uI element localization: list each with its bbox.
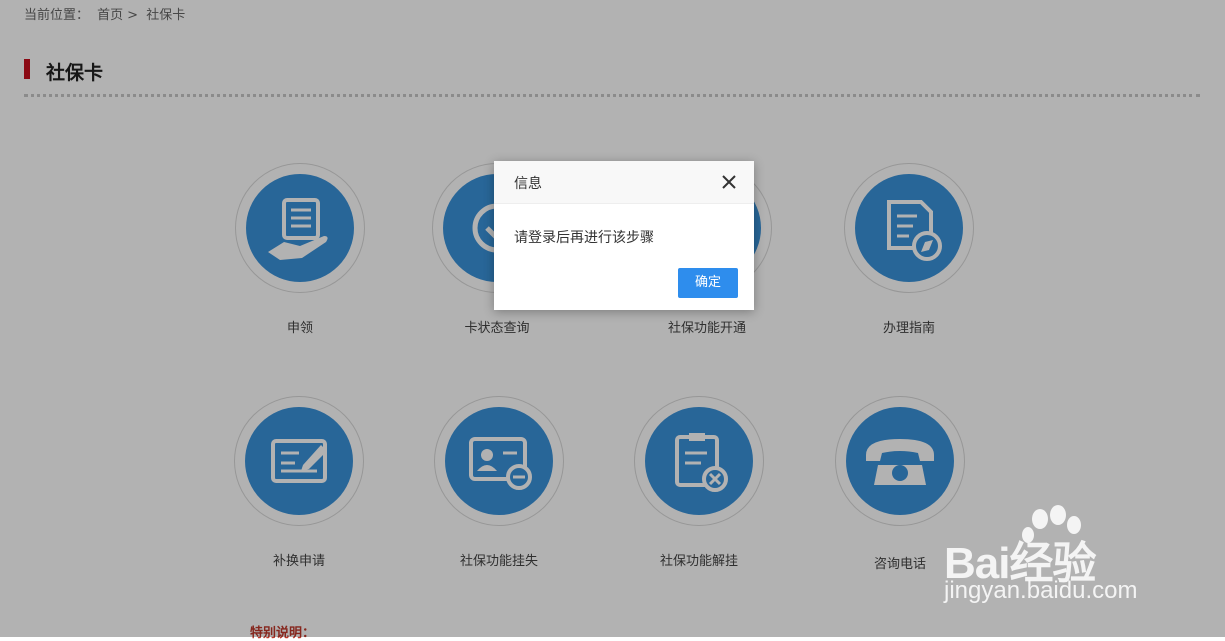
dialog-header: 信息 — [494, 161, 754, 204]
baidu-jingyan-watermark: Bai经验 jingyan.baidu.com — [944, 505, 1159, 615]
watermark-url: jingyan.baidu.com — [944, 577, 1138, 604]
dialog-title: 信息 — [514, 176, 542, 192]
confirm-button[interactable]: 确定 — [678, 268, 738, 298]
dialog-message: 请登录后再进行该步骤 — [514, 230, 654, 246]
info-dialog: 信息 请登录后再进行该步骤 确定 — [494, 161, 754, 310]
close-icon[interactable] — [720, 173, 738, 191]
